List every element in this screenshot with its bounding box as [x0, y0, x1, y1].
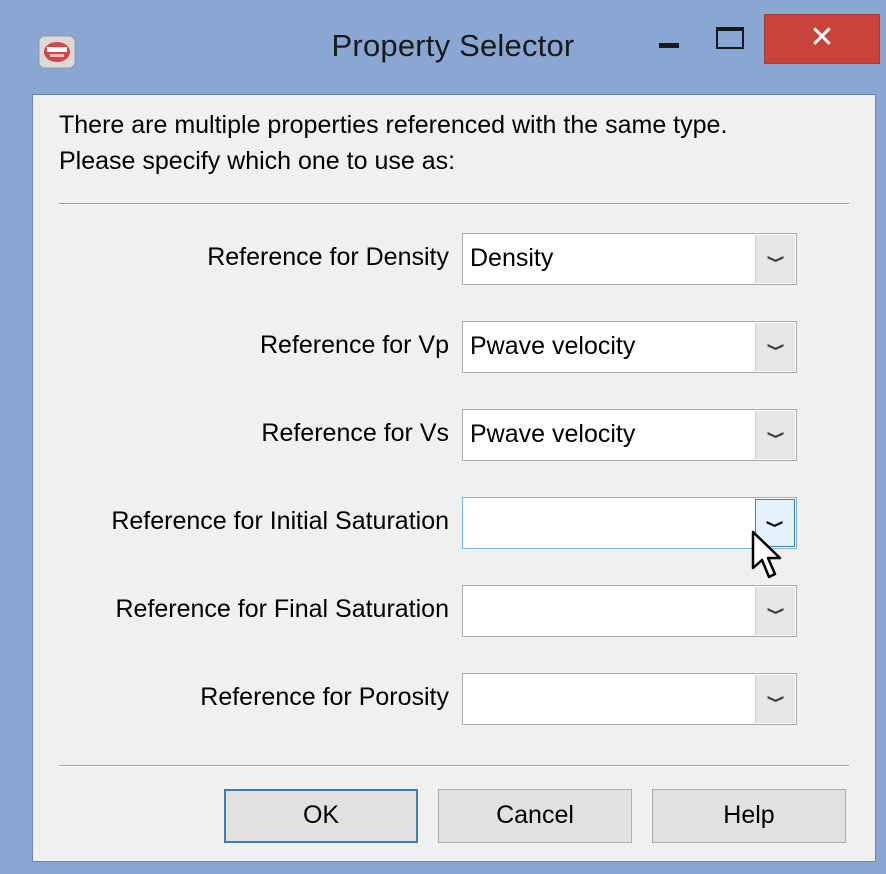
density-label: Reference for Density — [207, 243, 449, 271]
final-saturation-combobox[interactable]: ❯ — [462, 585, 797, 637]
chevron-down-icon[interactable]: ❯ — [755, 587, 795, 635]
row-porosity: Reference for Porosity ❯ — [33, 673, 877, 725]
vp-label: Reference for Vp — [260, 331, 449, 359]
close-icon: ✕ — [809, 21, 835, 54]
final-saturation-label: Reference for Final Saturation — [115, 595, 449, 623]
chevron-down-icon[interactable]: ❯ — [755, 235, 795, 283]
bottom-divider — [59, 765, 849, 767]
row-final-saturation: Reference for Final Saturation ❯ — [33, 585, 877, 637]
porosity-label: Reference for Porosity — [200, 683, 449, 711]
instruction-message: There are multiple properties referenced… — [59, 107, 859, 179]
help-button[interactable]: Help — [652, 789, 846, 843]
cancel-button[interactable]: Cancel — [438, 789, 632, 843]
message-line-1: There are multiple properties referenced… — [59, 111, 728, 139]
chevron-down-icon[interactable]: ❯ — [755, 411, 795, 459]
maximize-button[interactable] — [706, 14, 756, 70]
vp-combobox[interactable]: Pwave velocity ❯ — [462, 321, 797, 373]
chevron-down-icon[interactable]: ❯ — [755, 323, 795, 371]
row-initial-saturation: Reference for Initial Saturation ❯ — [33, 497, 877, 549]
title-bar[interactable]: Property Selector ✕ — [0, 0, 886, 94]
vs-label: Reference for Vs — [261, 419, 449, 447]
close-button[interactable]: ✕ — [764, 14, 880, 64]
density-selected-value: Density — [470, 244, 554, 272]
porosity-combobox[interactable]: ❯ — [462, 673, 797, 725]
row-vp: Reference for Vp Pwave velocity ❯ — [33, 321, 877, 373]
chevron-down-icon[interactable]: ❯ — [755, 675, 795, 723]
vs-combobox[interactable]: Pwave velocity ❯ — [462, 409, 797, 461]
ok-button[interactable]: OK — [224, 789, 418, 843]
initial-saturation-label: Reference for Initial Saturation — [111, 507, 449, 535]
minimize-button[interactable] — [646, 14, 696, 70]
vs-selected-value: Pwave velocity — [470, 420, 636, 448]
density-combobox[interactable]: Density ❯ — [462, 233, 797, 285]
initial-saturation-combobox[interactable]: ❯ — [462, 497, 797, 549]
row-density: Reference for Density Density ❯ — [33, 233, 877, 285]
vp-selected-value: Pwave velocity — [470, 332, 636, 360]
chevron-down-icon[interactable]: ❯ — [755, 499, 795, 547]
property-selector-window: Property Selector ✕ There are multiple p… — [0, 0, 886, 874]
message-line-2: Please specify which one to use as: — [59, 147, 456, 175]
row-vs: Reference for Vs Pwave velocity ❯ — [33, 409, 877, 461]
dialog-body: There are multiple properties referenced… — [32, 94, 876, 862]
top-divider — [59, 203, 849, 205]
